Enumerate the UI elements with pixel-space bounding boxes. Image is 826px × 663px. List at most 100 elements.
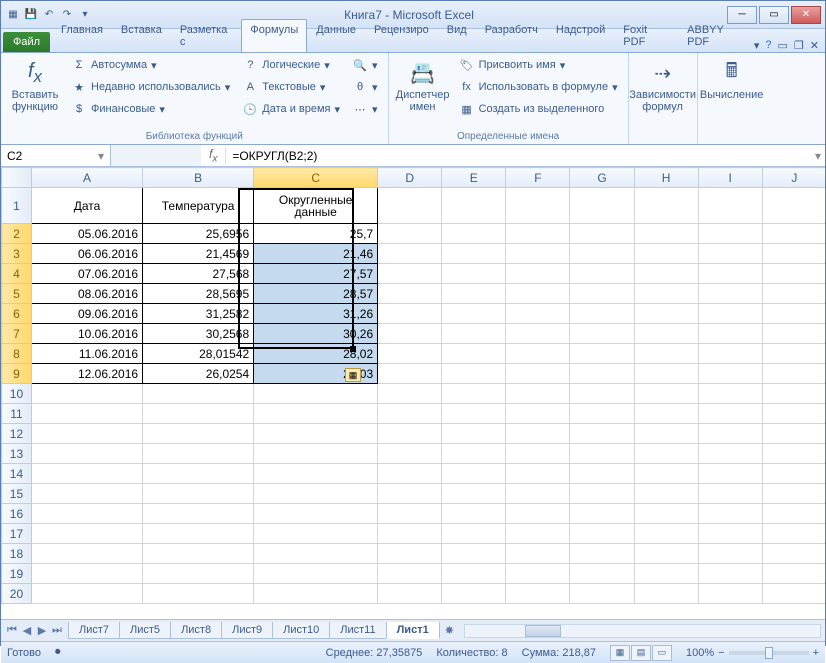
row-header[interactable]: 18 — [2, 544, 32, 564]
cell[interactable] — [378, 484, 442, 504]
cell[interactable] — [634, 304, 698, 324]
column-header[interactable]: D — [378, 168, 442, 188]
cell[interactable]: 09.06.2016 — [31, 304, 142, 324]
cell[interactable]: 25,6956 — [143, 224, 254, 244]
cell[interactable]: Округленные данные — [254, 188, 378, 224]
cell[interactable] — [442, 188, 506, 224]
cell[interactable] — [570, 584, 634, 604]
formula-dependencies-button[interactable]: ⇢ Зависимости формул — [635, 55, 691, 113]
row-header[interactable]: 13 — [2, 444, 32, 464]
spreadsheet-grid[interactable]: ABCDEFGHIJ1ДатаТемператураОкругленные да… — [1, 167, 825, 619]
row-header[interactable]: 14 — [2, 464, 32, 484]
cell[interactable] — [698, 464, 762, 484]
restore-window-icon[interactable]: ❐ — [794, 39, 804, 52]
cell[interactable] — [378, 544, 442, 564]
cell[interactable] — [570, 484, 634, 504]
cell[interactable]: 27,57 — [254, 264, 378, 284]
cell[interactable] — [31, 544, 142, 564]
cell[interactable] — [698, 544, 762, 564]
cell[interactable] — [698, 424, 762, 444]
last-sheet-icon[interactable]: ⏭ — [50, 624, 64, 637]
cell[interactable] — [31, 564, 142, 584]
define-name-button[interactable]: 🏷Присвоить имя ▾ — [455, 55, 622, 75]
cell[interactable] — [378, 584, 442, 604]
help-icon[interactable]: ? — [765, 39, 771, 52]
column-header[interactable]: I — [698, 168, 762, 188]
row-header[interactable]: 2 — [2, 224, 32, 244]
zoom-in-icon[interactable]: + — [813, 647, 819, 659]
column-header[interactable]: J — [762, 168, 825, 188]
cell[interactable] — [378, 524, 442, 544]
first-sheet-icon[interactable]: ⏮ — [5, 624, 19, 637]
cell[interactable] — [762, 384, 825, 404]
cell[interactable] — [762, 344, 825, 364]
cell[interactable] — [506, 304, 570, 324]
cell[interactable]: 26,0254 — [143, 364, 254, 384]
cell[interactable] — [442, 304, 506, 324]
cell[interactable] — [442, 464, 506, 484]
cell[interactable] — [31, 504, 142, 524]
cell[interactable] — [634, 244, 698, 264]
horizontal-scrollbar[interactable] — [464, 624, 821, 638]
cell[interactable]: 30,2568 — [143, 324, 254, 344]
cell[interactable] — [570, 524, 634, 544]
cell[interactable] — [762, 188, 825, 224]
cell[interactable]: 10.06.2016 — [31, 324, 142, 344]
cell[interactable]: 28,02 — [254, 344, 378, 364]
cell[interactable]: 31,2582 — [143, 304, 254, 324]
cell[interactable] — [143, 424, 254, 444]
cell[interactable] — [254, 484, 378, 504]
minimize-ribbon-icon[interactable]: ▭ — [778, 39, 788, 52]
normal-view-icon[interactable]: ▦ — [610, 645, 630, 661]
cell[interactable] — [698, 584, 762, 604]
cell[interactable] — [570, 564, 634, 584]
row-header[interactable]: 5 — [2, 284, 32, 304]
cell[interactable] — [634, 188, 698, 224]
zoom-out-icon[interactable]: − — [718, 647, 724, 659]
cell[interactable] — [506, 224, 570, 244]
cell[interactable] — [143, 584, 254, 604]
cell[interactable]: Температура — [143, 188, 254, 224]
fx-label-icon[interactable]: fx — [201, 147, 226, 164]
cell[interactable] — [506, 464, 570, 484]
cell[interactable] — [378, 264, 442, 284]
cell[interactable] — [570, 344, 634, 364]
cell[interactable] — [378, 304, 442, 324]
ribbon-tab[interactable]: Вид — [438, 19, 476, 52]
cell[interactable] — [442, 584, 506, 604]
cell[interactable] — [506, 444, 570, 464]
zoom-level[interactable]: 100% — [686, 647, 714, 659]
column-header[interactable]: H — [634, 168, 698, 188]
cell[interactable] — [506, 344, 570, 364]
cell[interactable] — [762, 304, 825, 324]
cell[interactable] — [143, 444, 254, 464]
expand-formula-bar-icon[interactable]: ▾ — [811, 149, 825, 163]
ribbon-tab[interactable]: ABBYY PDF — [678, 19, 754, 52]
ribbon-tab[interactable]: Разработч — [476, 19, 547, 52]
ribbon-tab[interactable]: Foxit PDF — [614, 19, 678, 52]
cell[interactable] — [254, 584, 378, 604]
cell[interactable] — [254, 404, 378, 424]
name-manager-button[interactable]: 📇 Диспетчер имен — [395, 55, 451, 113]
cell[interactable] — [442, 544, 506, 564]
cell[interactable] — [698, 524, 762, 544]
cell[interactable] — [762, 524, 825, 544]
cell[interactable] — [378, 344, 442, 364]
cell[interactable] — [254, 464, 378, 484]
ribbon-tab[interactable]: Данные — [307, 19, 365, 52]
cell[interactable]: 28,5695 — [143, 284, 254, 304]
cell[interactable] — [254, 504, 378, 524]
cell[interactable]: 30,26 — [254, 324, 378, 344]
cell[interactable] — [762, 544, 825, 564]
cell[interactable]: 25,7 — [254, 224, 378, 244]
cell[interactable] — [143, 524, 254, 544]
cell[interactable] — [442, 504, 506, 524]
cell[interactable] — [378, 464, 442, 484]
cell[interactable] — [634, 384, 698, 404]
cell[interactable] — [506, 384, 570, 404]
cell[interactable] — [762, 224, 825, 244]
cell[interactable] — [506, 504, 570, 524]
cell[interactable] — [143, 484, 254, 504]
cell[interactable] — [570, 284, 634, 304]
cell[interactable]: 21,46 — [254, 244, 378, 264]
